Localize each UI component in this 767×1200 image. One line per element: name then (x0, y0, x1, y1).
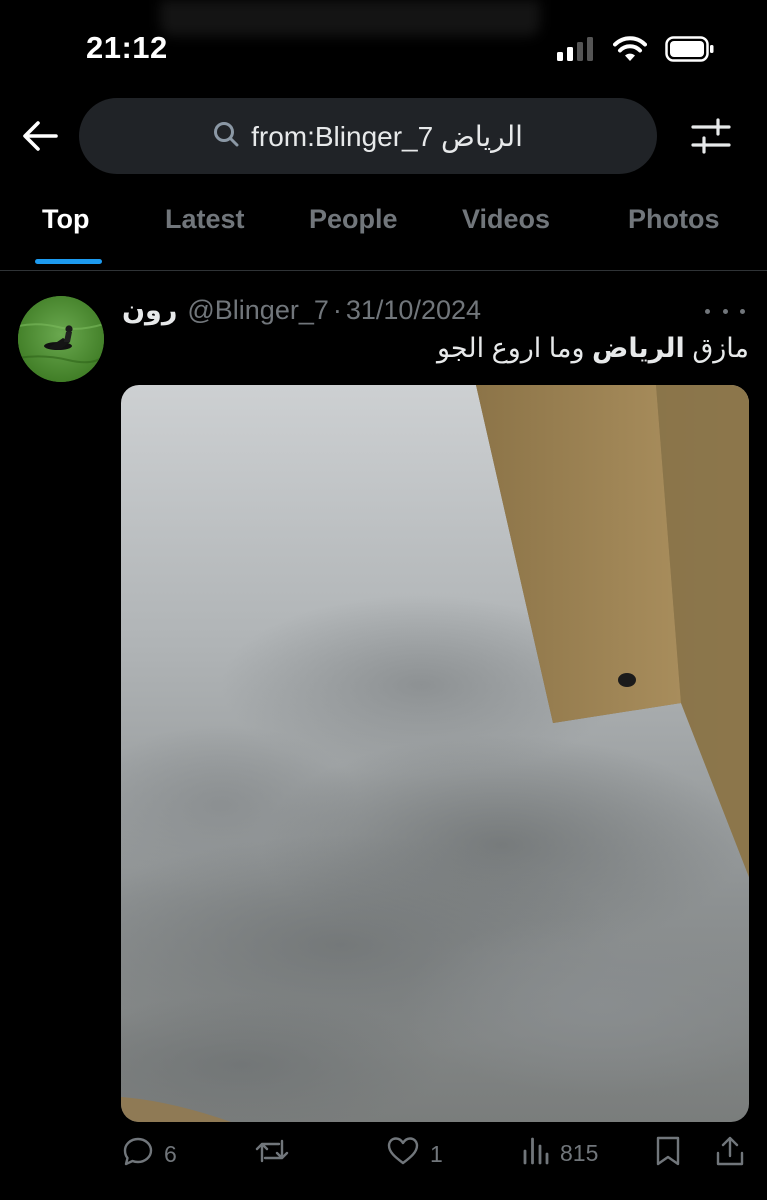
back-button[interactable] (18, 116, 62, 160)
meta-separator: · (332, 295, 342, 325)
more-dot (740, 308, 745, 314)
tweet-text: مازق الرياض وما اروع الجو (437, 333, 749, 364)
avatar[interactable] (18, 296, 104, 382)
active-tab-indicator (35, 259, 102, 264)
search-icon (213, 121, 239, 152)
wifi-icon (613, 36, 647, 67)
status-icons (557, 36, 715, 67)
tab-latest[interactable]: Latest (165, 204, 245, 235)
reply-button[interactable]: 6 (122, 1135, 177, 1173)
repost-button[interactable] (254, 1135, 300, 1173)
tweet-date[interactable]: 31/10/2024 (346, 295, 481, 326)
reply-icon (122, 1135, 154, 1173)
views-count: 815 (560, 1139, 599, 1166)
tweet[interactable]: رون @Blinger_7 · 31/10/2024 مازق الرياض … (0, 271, 767, 1200)
like-count: 1 (430, 1140, 443, 1167)
tweet-photo[interactable] (121, 385, 749, 1122)
back-arrow-icon (22, 120, 58, 157)
share-icon (715, 1135, 745, 1173)
tab-videos[interactable]: Videos (462, 204, 550, 235)
heart-icon (386, 1135, 420, 1173)
more-dot (705, 308, 710, 314)
display-name[interactable]: رون (122, 295, 177, 326)
filter-icon (691, 117, 731, 159)
tweet-header: رون @Blinger_7 · 31/10/2024 (122, 295, 481, 326)
tab-people[interactable]: People (309, 204, 398, 235)
tweet-actions: 6 1 815 (0, 1135, 767, 1179)
like-button[interactable]: 1 (386, 1135, 443, 1173)
share-button[interactable] (715, 1135, 745, 1173)
user-handle[interactable]: @Blinger_7 (187, 295, 329, 326)
search-row: from:Blinger_7 الرياض (0, 96, 767, 176)
search-input[interactable]: from:Blinger_7 الرياض (79, 98, 657, 174)
tweet-text-highlight: الرياض (592, 333, 685, 363)
tweet-text-part: مازق (684, 333, 749, 363)
more-options-button[interactable] (705, 299, 745, 323)
more-dot (722, 308, 728, 314)
bookmark-button[interactable] (655, 1135, 681, 1173)
tab-photos[interactable]: Photos (628, 204, 720, 235)
status-time: 21:12 (86, 30, 168, 65)
views-button[interactable]: 815 (522, 1135, 598, 1171)
repost-icon (254, 1135, 290, 1173)
status-bar: 21:12 (0, 0, 767, 100)
bookmark-icon (655, 1135, 681, 1173)
reply-count: 6 (164, 1140, 177, 1167)
tweet-text-part: وما اروع الجو (436, 333, 593, 363)
search-tabs: Top Latest People Videos Photos (0, 196, 767, 266)
views-chart-icon (522, 1135, 550, 1171)
status-bar-blur (160, 0, 540, 36)
battery-icon (665, 36, 715, 67)
tab-top[interactable]: Top (42, 204, 89, 235)
search-filter-button[interactable] (689, 116, 733, 160)
signal-icon (557, 37, 595, 66)
search-query: from:Blinger_7 الرياض (251, 120, 523, 152)
